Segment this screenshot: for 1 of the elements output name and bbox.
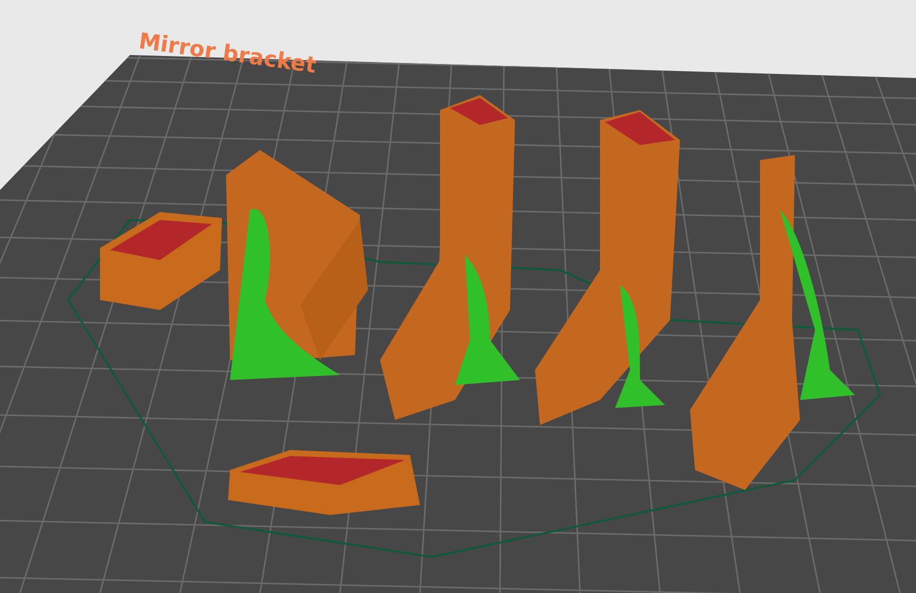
bed-title: Mirror bracket (137, 29, 318, 79)
